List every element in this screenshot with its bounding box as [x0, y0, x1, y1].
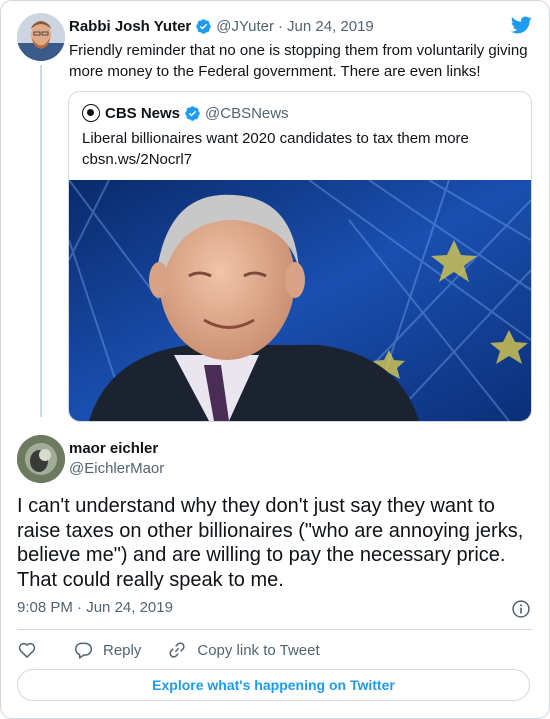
tweet-time[interactable]: 9:08 PM — [17, 599, 73, 616]
copy-link-label: Copy link to Tweet — [197, 641, 320, 659]
cbs-eye-icon — [82, 104, 100, 122]
verified-icon — [196, 18, 212, 34]
quoted-tweet-header: CBS News @CBSNews — [82, 104, 289, 122]
main-author-avatar[interactable] — [17, 435, 65, 483]
info-icon[interactable] — [511, 599, 531, 619]
reply-label: Reply — [103, 641, 142, 659]
heart-icon — [18, 642, 36, 658]
parent-tweet-date[interactable]: Jun 24, 2019 — [287, 18, 374, 35]
quoted-tweet-text: Liberal billionaires want 2020 candidate… — [82, 128, 512, 170]
thread-connector-line — [40, 65, 42, 417]
explore-twitter-button[interactable]: Explore what's happening on Twitter — [17, 669, 530, 701]
tweet-date[interactable]: Jun 24, 2019 — [86, 599, 173, 616]
separator-dot: · — [72, 599, 87, 616]
main-author-handle[interactable]: @EichlerMaor — [69, 460, 164, 477]
reply-button[interactable]: Reply — [73, 640, 141, 660]
parent-author-name[interactable]: Rabbi Josh Yuter — [69, 18, 191, 35]
quoted-tweet-link[interactable]: cbsn.ws/2Nocrl7 — [82, 149, 512, 170]
separator-dot: · — [278, 17, 284, 35]
quoted-author-handle[interactable]: @CBSNews — [205, 105, 289, 122]
parent-tweet-header: Rabbi Josh Yuter @JYuter · Jun 24, 2019 — [69, 15, 374, 37]
tweet-timestamp[interactable]: 9:08 PM · Jun 24, 2019 — [17, 599, 173, 616]
parent-author-handle[interactable]: @JYuter — [216, 18, 274, 35]
verified-icon — [185, 105, 200, 121]
divider — [17, 629, 532, 630]
reply-icon — [75, 642, 93, 659]
parent-author-avatar[interactable] — [17, 13, 65, 61]
like-button[interactable] — [17, 640, 47, 660]
quoted-tweet-card[interactable]: CBS News @CBSNews Liberal billionaires w… — [68, 91, 532, 422]
news-photo[interactable] — [69, 180, 531, 421]
copy-link-button[interactable]: Copy link to Tweet — [167, 640, 320, 660]
tweet-actions: Reply Copy link to Tweet — [17, 639, 346, 661]
link-icon — [169, 642, 185, 658]
quoted-tweet-headline: Liberal billionaires want 2020 candidate… — [82, 130, 469, 147]
parent-tweet-text: Friendly reminder that no one is stoppin… — [69, 42, 528, 80]
quoted-author-name[interactable]: CBS News — [105, 105, 180, 122]
main-author-name[interactable]: maor eichler — [69, 440, 158, 457]
main-tweet-text: I can't understand why they don't just s… — [17, 495, 524, 591]
twitter-bird-icon[interactable] — [509, 14, 533, 36]
